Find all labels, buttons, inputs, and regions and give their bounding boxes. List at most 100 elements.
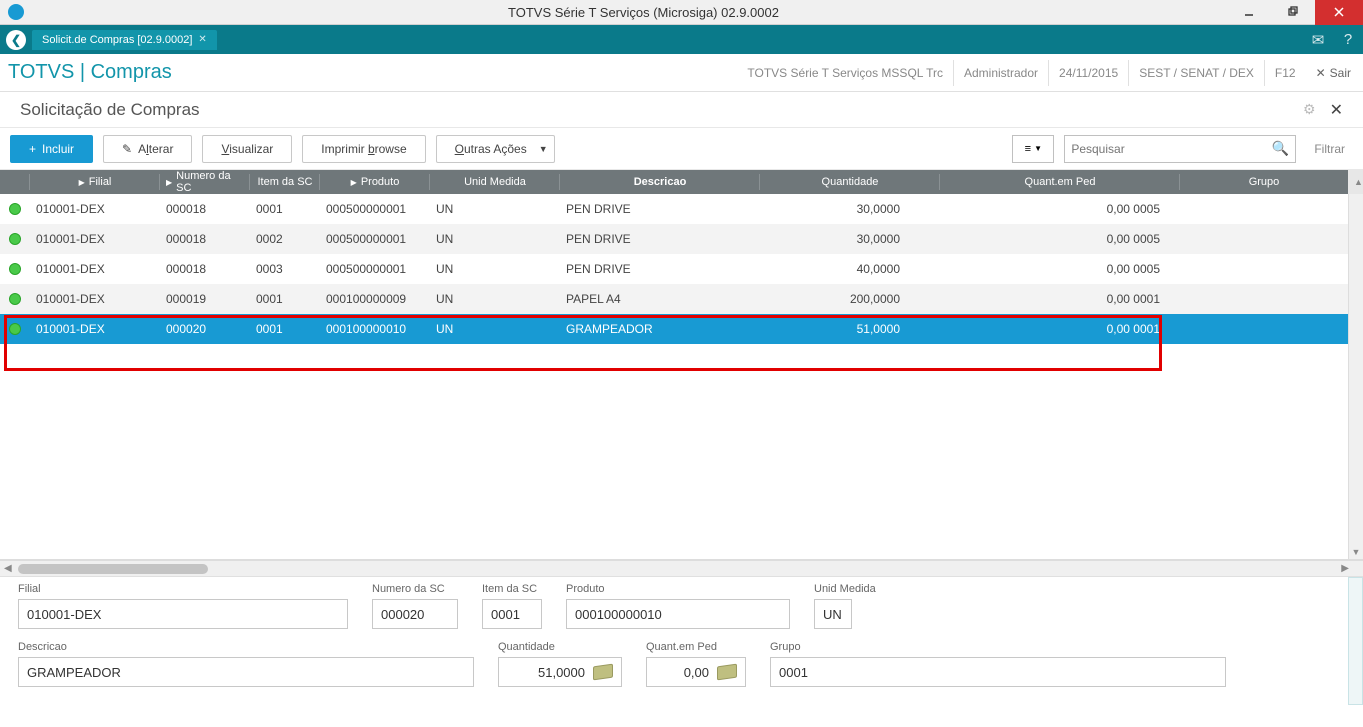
imprimir-label: Imprimir browse: [321, 142, 406, 156]
grid-h-scrollbar[interactable]: ◀ ▶: [0, 560, 1363, 576]
window-controls: [1227, 0, 1363, 25]
cell-unid: UN: [430, 262, 560, 276]
cell-filial: 010001-DEX: [30, 232, 160, 246]
detail-v-scrollbar[interactable]: [1348, 577, 1363, 705]
close-tab-icon[interactable]: ✕: [198, 34, 206, 45]
sort-icon: ▶: [351, 178, 357, 187]
cell-filial: 010001-DEX: [30, 322, 160, 336]
cell-unid: UN: [430, 322, 560, 336]
cell-filial: 010001-DEX: [30, 292, 160, 306]
alterar-button[interactable]: ✎ Alterar: [103, 135, 192, 163]
val-grupo: 0001: [779, 665, 808, 680]
incluir-button[interactable]: + Incluir: [10, 135, 93, 163]
col-descricao[interactable]: Descricao: [560, 170, 760, 194]
col-quantidade[interactable]: Quantidade: [760, 170, 940, 194]
col-item-label: Item da SC: [257, 176, 312, 188]
chevron-down-icon: ▼: [539, 144, 548, 154]
outras-acoes-button[interactable]: Outras Ações ▼: [436, 135, 555, 163]
window-title: TOTVS Série T Serviços (Microsiga) 02.9.…: [60, 5, 1227, 20]
search-input[interactable]: [1071, 142, 1272, 156]
close-button[interactable]: [1315, 0, 1363, 25]
lbl-numero: Numero da SC: [372, 583, 458, 595]
table-row[interactable]: 010001-DEX0000180001000500000001UNPEN DR…: [0, 194, 1363, 224]
cell-item: 0001: [250, 322, 320, 336]
fld-descricao[interactable]: GRAMPEADOR: [18, 657, 474, 687]
table-row[interactable]: 010001-DEX0000200001000100000010UNGRAMPE…: [0, 314, 1363, 344]
window-title-bar: TOTVS Série T Serviços (Microsiga) 02.9.…: [0, 0, 1363, 25]
visualizar-button[interactable]: Visualizar: [202, 135, 292, 163]
scroll-thumb[interactable]: [18, 564, 208, 574]
lbl-quant-ped: Quant.em Ped: [646, 641, 746, 653]
calculator-icon[interactable]: [593, 664, 613, 681]
gear-icon[interactable]: ⚙: [1303, 101, 1316, 118]
minimize-button[interactable]: [1227, 0, 1271, 25]
help-icon[interactable]: ?: [1333, 31, 1363, 48]
scroll-right-icon[interactable]: ▶: [1341, 563, 1349, 574]
f12-label[interactable]: F12: [1264, 60, 1306, 86]
status-cell: [0, 323, 30, 335]
cell-quant-ped: 0,00 0005: [940, 232, 1180, 246]
col-grupo[interactable]: Grupo: [1180, 170, 1348, 194]
col-item[interactable]: Item da SC: [250, 170, 320, 194]
cell-descricao: PEN DRIVE: [560, 262, 760, 276]
cell-descricao: GRAMPEADOR: [560, 322, 760, 336]
fld-item[interactable]: 0001: [482, 599, 542, 629]
module-tab[interactable]: Solicit.de Compras [02.9.0002] ✕: [32, 30, 217, 50]
fld-grupo[interactable]: 0001: [770, 657, 1226, 687]
alterar-label: Alterar: [138, 142, 173, 156]
cell-numero: 000018: [160, 232, 250, 246]
cell-produto: 000500000001: [320, 202, 430, 216]
col-quant-ped[interactable]: Quant.em Ped: [940, 170, 1180, 194]
exit-button[interactable]: ✕ Sair: [1306, 66, 1355, 80]
val-quant-ped: 0,00: [684, 665, 709, 680]
status-dot-icon: [9, 293, 21, 305]
col-produto[interactable]: ▶Produto: [320, 170, 430, 194]
fld-quant-ped[interactable]: 0,00: [646, 657, 746, 687]
cell-descricao: PEN DRIVE: [560, 202, 760, 216]
table-row[interactable]: 010001-DEX0000190001000100000009UNPAPEL …: [0, 284, 1363, 314]
col-numero[interactable]: ▶Numero da SC: [160, 170, 250, 194]
filter-link[interactable]: Filtrar: [1306, 142, 1353, 156]
cell-quantidade: 30,0000: [760, 232, 940, 246]
fld-unid[interactable]: UN: [814, 599, 852, 629]
grid: ▶Filial ▶Numero da SC Item da SC ▶Produt…: [0, 170, 1363, 560]
cell-numero: 000018: [160, 262, 250, 276]
calculator-icon[interactable]: [717, 664, 737, 681]
fld-quantidade[interactable]: 51,0000: [498, 657, 622, 687]
lbl-filial: Filial: [18, 583, 348, 595]
table-row[interactable]: 010001-DEX0000180003000500000001UNPEN DR…: [0, 254, 1363, 284]
imprimir-button[interactable]: Imprimir browse: [302, 135, 425, 163]
grid-v-scrollbar[interactable]: ▼: [1348, 194, 1363, 559]
restore-button[interactable]: [1271, 0, 1315, 25]
col-status[interactable]: [0, 170, 30, 194]
scroll-down-icon[interactable]: ▼: [1352, 545, 1361, 559]
back-circle-button[interactable]: ❮: [6, 30, 26, 50]
search-icon[interactable]: 🔍: [1272, 140, 1289, 157]
cell-quant-ped: 0,00 0005: [940, 262, 1180, 276]
mail-icon[interactable]: ✉: [1303, 31, 1333, 49]
search-column-selector[interactable]: ≡ ▼: [1012, 135, 1054, 163]
fld-numero[interactable]: 000020: [372, 599, 458, 629]
table-row[interactable]: 010001-DEX0000180002000500000001UNPEN DR…: [0, 224, 1363, 254]
val-unid: UN: [823, 607, 842, 622]
toolbar: + Incluir ✎ Alterar Visualizar Imprimir …: [0, 128, 1363, 170]
status-dot-icon: [9, 233, 21, 245]
close-page-icon[interactable]: ✕: [1330, 100, 1343, 120]
totvs-logo-icon: [8, 4, 24, 20]
fld-filial[interactable]: 010001-DEX: [18, 599, 348, 629]
col-filial[interactable]: ▶Filial: [30, 170, 160, 194]
cell-item: 0002: [250, 232, 320, 246]
status-cell: [0, 263, 30, 275]
status-dot-icon: [9, 323, 21, 335]
scroll-left-icon[interactable]: ◀: [4, 563, 12, 574]
cell-produto: 000100000010: [320, 322, 430, 336]
status-cell: [0, 293, 30, 305]
cell-quantidade: 40,0000: [760, 262, 940, 276]
col-unid-label: Unid Medida: [464, 176, 526, 188]
scroll-up-icon[interactable]: ▲: [1354, 177, 1363, 187]
date-label: 24/11/2015: [1048, 60, 1128, 86]
fld-produto[interactable]: 000100000010: [566, 599, 790, 629]
lbl-unid: Unid Medida: [814, 583, 876, 595]
val-produto: 000100000010: [575, 607, 662, 622]
col-unid[interactable]: Unid Medida: [430, 170, 560, 194]
